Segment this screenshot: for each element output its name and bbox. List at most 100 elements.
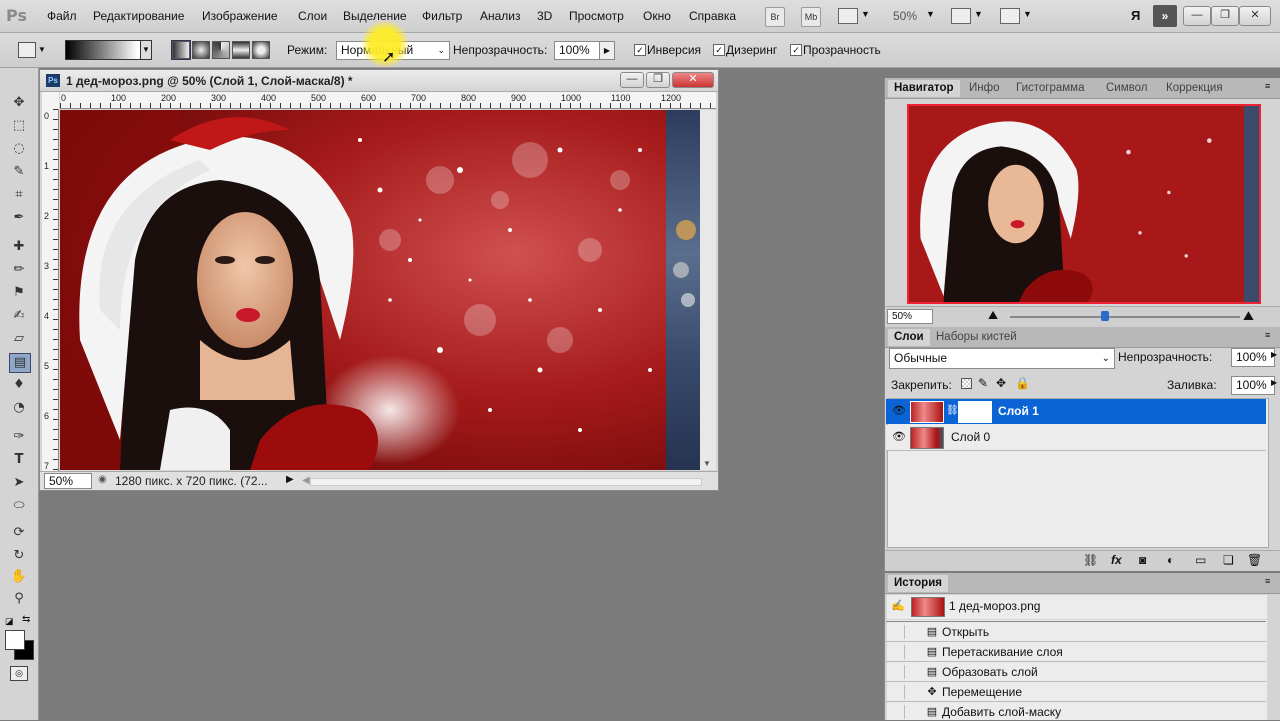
- adjustment-layer-icon[interactable]: ◐: [1167, 553, 1174, 567]
- lock-transparency-icon[interactable]: [961, 378, 972, 389]
- crop-tool-icon[interactable]: ⌗: [9, 186, 29, 204]
- quick-select-tool-icon[interactable]: ✎: [9, 163, 29, 181]
- history-source-box[interactable]: [890, 665, 905, 679]
- tab-histogram[interactable]: Гистограмма: [1010, 80, 1090, 97]
- quick-mask-icon[interactable]: ◎: [10, 666, 28, 681]
- add-mask-icon[interactable]: ◙: [1139, 553, 1146, 567]
- default-colors-icon[interactable]: ◪: [5, 616, 14, 627]
- diamond-gradient-icon[interactable]: [252, 41, 270, 59]
- foreground-color-swatch[interactable]: [5, 630, 25, 650]
- bridge-button[interactable]: Br: [765, 7, 785, 27]
- history-source-box[interactable]: [890, 685, 905, 699]
- fill-slider-arrow-icon[interactable]: ▶: [1271, 378, 1277, 387]
- zoom-level[interactable]: 50%: [893, 9, 917, 23]
- pen-tool-icon[interactable]: ✑: [9, 428, 29, 446]
- chevron-down-icon[interactable]: ▼: [861, 9, 870, 19]
- gradient-tool-icon[interactable]: [18, 42, 36, 58]
- history-step[interactable]: ▤ Перетаскивание слоя: [886, 641, 1266, 662]
- layer-name[interactable]: Слой 1: [998, 404, 1039, 418]
- screen-mode-icon[interactable]: [1000, 8, 1020, 24]
- doc-info-icon[interactable]: ◉: [98, 474, 107, 485]
- fill-input[interactable]: 100%: [1231, 376, 1275, 395]
- stamp-tool-icon[interactable]: ⚑: [9, 284, 29, 302]
- history-source-box[interactable]: [890, 705, 905, 719]
- minimize-button[interactable]: —: [1183, 6, 1211, 26]
- history-step[interactable]: ▤ Добавить слой-маску: [886, 701, 1266, 721]
- gradient-tool-icon[interactable]: ▤: [9, 353, 31, 373]
- history-source-box[interactable]: [890, 625, 905, 639]
- menu-3d[interactable]: 3D: [537, 9, 552, 23]
- eye-icon[interactable]: 👁: [892, 430, 906, 444]
- menu-image[interactable]: Изображение: [202, 9, 278, 23]
- doc-close-button[interactable]: ✕: [672, 72, 714, 88]
- new-layer-icon[interactable]: ❏: [1223, 553, 1234, 567]
- history-step[interactable]: ▤ Образовать слой: [886, 661, 1266, 682]
- layer-style-icon[interactable]: fx: [1111, 553, 1122, 567]
- layer-row[interactable]: 👁 Слой 0: [886, 425, 1266, 451]
- trash-icon[interactable]: 🗑: [1247, 553, 1262, 567]
- angle-gradient-icon[interactable]: [212, 41, 230, 59]
- menu-analysis[interactable]: Анализ: [480, 9, 521, 23]
- vertical-scrollbar[interactable]: ▼: [700, 110, 716, 470]
- blur-tool-icon[interactable]: ♦: [9, 376, 29, 394]
- brush-tool-icon[interactable]: ✏: [9, 261, 29, 279]
- transparency-checkbox[interactable]: ✓: [790, 44, 802, 56]
- lock-position-icon[interactable]: ✥: [996, 376, 1006, 390]
- doc-maximize-button[interactable]: ❐: [646, 72, 670, 88]
- menu-filter[interactable]: Фильтр: [422, 9, 462, 23]
- dodge-tool-icon[interactable]: ◔: [9, 399, 29, 417]
- chevron-down-icon[interactable]: ▼: [38, 45, 46, 54]
- tab-character[interactable]: Символ: [1100, 80, 1153, 97]
- zoom-in-icon[interactable]: ⛰: [1243, 308, 1254, 324]
- link-layers-icon[interactable]: ⛓: [1083, 553, 1098, 567]
- opacity-slider-arrow-icon[interactable]: ▶: [1271, 350, 1277, 359]
- mini-bridge-button[interactable]: Mb: [801, 7, 821, 27]
- dither-checkbox[interactable]: ✓: [713, 44, 725, 56]
- chevron-down-icon[interactable]: ▼: [926, 9, 935, 19]
- move-tool-icon[interactable]: ✥: [9, 94, 29, 112]
- history-brush-tool-icon[interactable]: ✍: [9, 307, 29, 325]
- extras-icon[interactable]: [838, 8, 858, 24]
- gradient-picker[interactable]: [65, 40, 151, 60]
- reflected-gradient-icon[interactable]: [232, 41, 250, 59]
- chevron-down-icon[interactable]: ▼: [140, 40, 152, 60]
- doc-minimize-button[interactable]: —: [620, 72, 644, 88]
- menu-layers[interactable]: Слои: [298, 9, 327, 23]
- vertical-ruler[interactable]: 0 1 2 3 4 5 6 7: [42, 109, 59, 471]
- expand-icon[interactable]: »: [1153, 5, 1177, 27]
- maximize-button[interactable]: ❐: [1211, 6, 1239, 26]
- menu-file[interactable]: Файл: [47, 9, 77, 23]
- healing-tool-icon[interactable]: ✚: [9, 238, 29, 256]
- layer-name[interactable]: Слой 0: [951, 430, 990, 444]
- panel-menu-icon[interactable]: ≡: [1265, 81, 1270, 91]
- canvas-image[interactable]: [60, 110, 666, 470]
- history-step[interactable]: ▤ Открыть: [886, 621, 1266, 642]
- ruler-origin[interactable]: [42, 92, 59, 109]
- opacity-input[interactable]: 100%: [554, 41, 600, 60]
- lasso-tool-icon[interactable]: ◌: [9, 140, 29, 158]
- chain-link-icon[interactable]: ⛓: [946, 405, 959, 416]
- navigator-zoom-input[interactable]: 50%: [887, 309, 933, 324]
- tab-layers[interactable]: Слои: [888, 329, 930, 346]
- history-source-box[interactable]: [890, 645, 905, 659]
- history-brush-source-icon[interactable]: ✍: [891, 599, 905, 612]
- invert-checkbox[interactable]: ✓: [634, 44, 646, 56]
- scroll-left-icon[interactable]: ◀: [302, 475, 310, 486]
- layer-row-active[interactable]: 👁 ⛓ Слой 1: [886, 399, 1266, 424]
- opacity-slider-arrow[interactable]: ▶: [599, 41, 615, 60]
- eraser-tool-icon[interactable]: ▱: [9, 330, 29, 348]
- navigator-preview[interactable]: [907, 104, 1261, 304]
- document-titlebar[interactable]: Ps 1 дед-мороз.png @ 50% (Слой 1, Слой-м…: [40, 70, 718, 92]
- tab-info[interactable]: Инфо: [963, 80, 1005, 97]
- lock-pixels-icon[interactable]: ✎: [978, 376, 988, 390]
- menu-edit[interactable]: Редактирование: [93, 9, 184, 23]
- 3d-orbit-tool-icon[interactable]: ↻: [9, 547, 29, 565]
- tab-history[interactable]: История: [888, 575, 948, 592]
- chevron-down-icon[interactable]: ▼: [974, 9, 983, 19]
- panel-menu-icon[interactable]: ≡: [1265, 330, 1270, 340]
- hand-tool-icon[interactable]: ✋: [9, 568, 29, 586]
- doc-zoom-input[interactable]: 50%: [44, 473, 92, 489]
- menu-help[interactable]: Справка: [689, 9, 736, 23]
- swap-colors-icon[interactable]: ⇆: [22, 614, 30, 625]
- type-tool-icon[interactable]: T: [9, 451, 29, 469]
